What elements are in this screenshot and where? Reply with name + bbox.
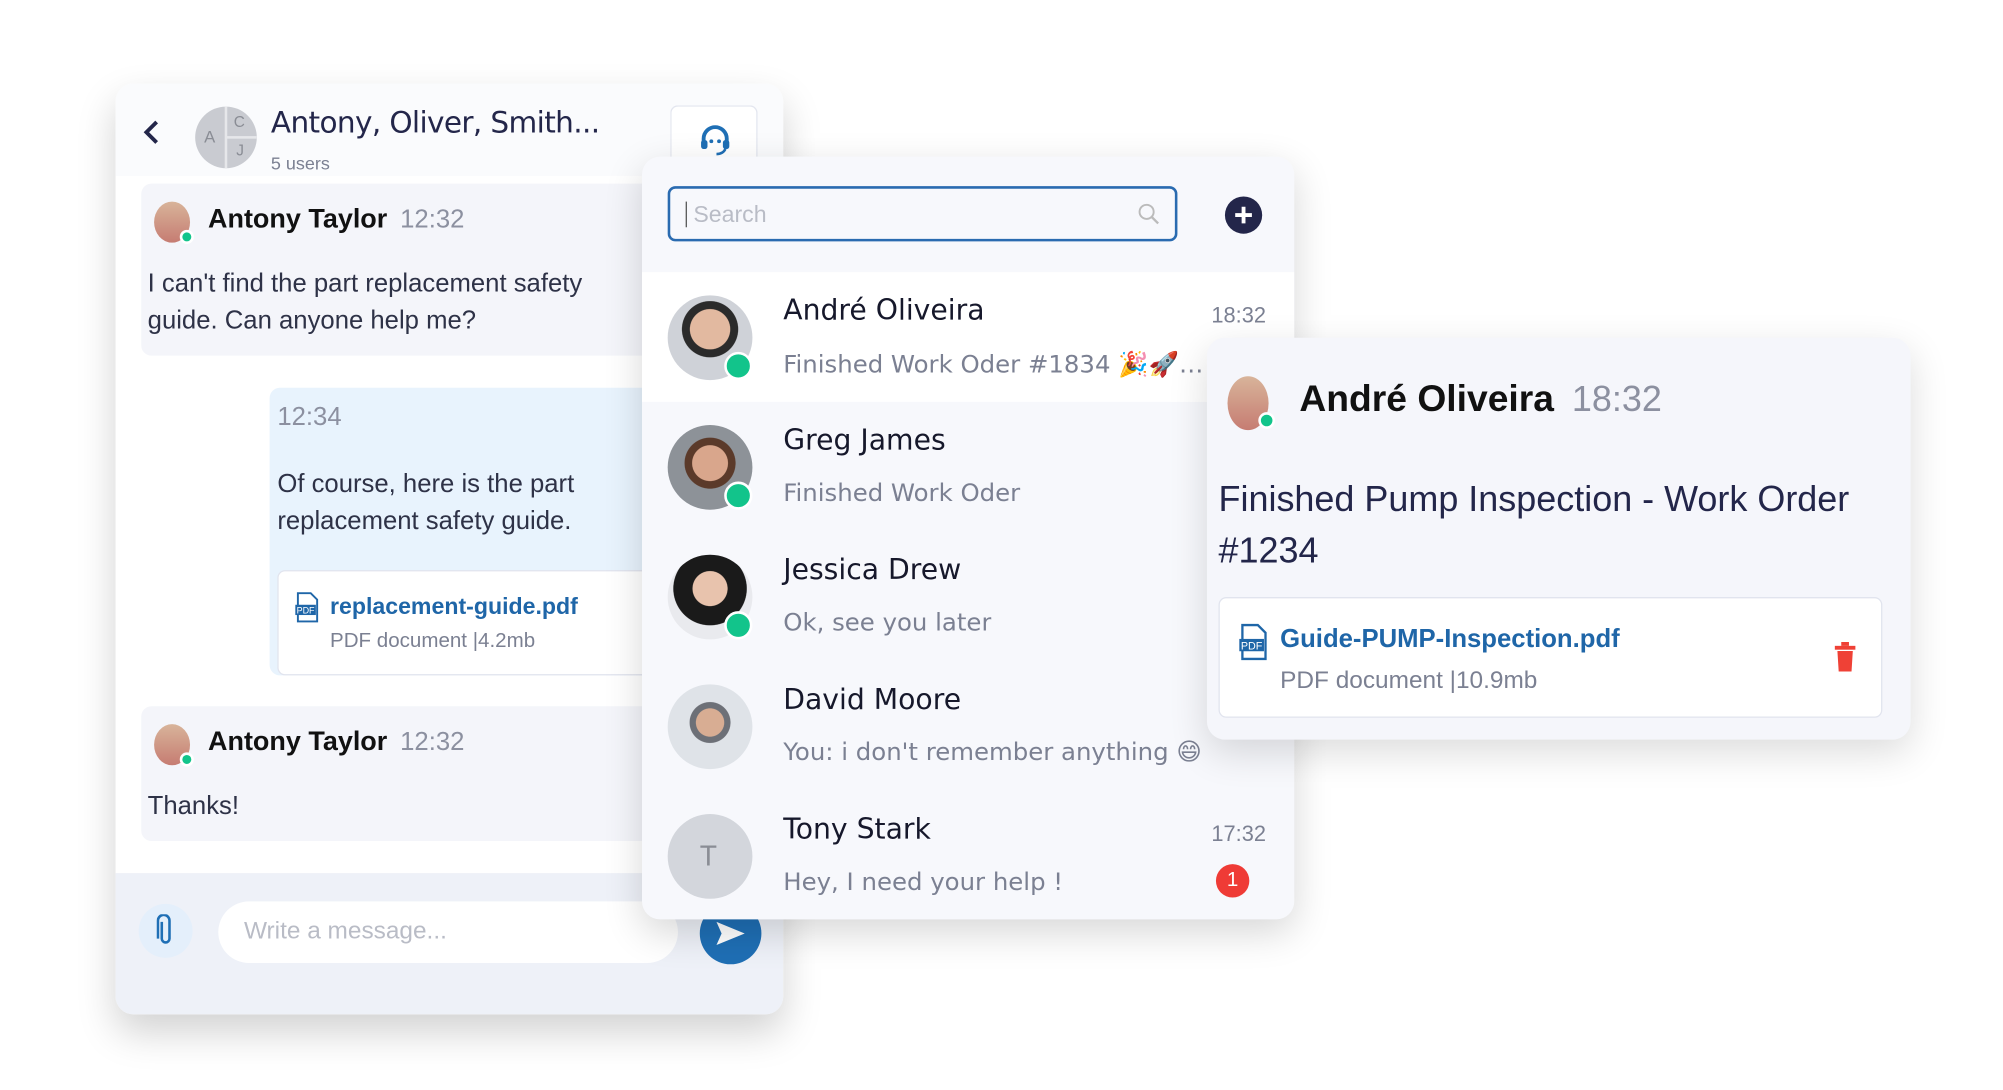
online-indicator (724, 611, 753, 640)
detail-text: Finished Pump Inspection - Work Order #1… (1218, 478, 1850, 571)
search-icon (1138, 203, 1159, 225)
online-indicator (724, 351, 753, 381)
file-attachment[interactable]: PDF replacement-guide.pdf PDF document |… (277, 570, 663, 676)
member-count: 5 users (270, 152, 330, 174)
file-attachment[interactable]: PDF Guide-PUMP-Inspection.pdf PDF docume… (1218, 597, 1883, 718)
message-text: I can't find the part replacement safety… (147, 269, 583, 336)
attach-button[interactable] (138, 903, 193, 958)
online-indicator (1258, 412, 1276, 429)
online-indicator (179, 752, 194, 767)
send-icon (716, 921, 745, 946)
unread-badge: 1 (1215, 864, 1250, 898)
back-button[interactable] (141, 119, 162, 145)
plus-icon (1235, 206, 1252, 224)
conversation-item[interactable]: David Moore You: i don't remember anythi… (642, 661, 1294, 791)
paperclip-icon (156, 914, 171, 944)
conversation-list: Search André Oliveira Finished Work Oder… (642, 156, 1295, 920)
own-message: 12:34 Of course, here is the part replac… (269, 387, 663, 676)
online-indicator (724, 481, 753, 510)
avatar: T (667, 814, 753, 899)
new-chat-button[interactable] (1224, 196, 1263, 234)
message: Antony Taylor 12:32 Thanks! (141, 706, 655, 842)
message-detail-card: André Oliveira 18:32 Finished Pump Inspec… (1206, 337, 1911, 740)
message-text: Thanks! (147, 792, 240, 821)
chevron-left-icon (143, 120, 159, 144)
message-input[interactable]: Write a message... (218, 901, 678, 963)
avatar (667, 684, 753, 770)
headset-icon (701, 125, 730, 156)
trash-icon (1834, 642, 1856, 672)
pdf-icon: PDF (295, 592, 319, 623)
delete-attachment-button[interactable] (1834, 642, 1857, 673)
message-text: Of course, here is the part replacement … (277, 469, 575, 536)
svg-text:PDF: PDF (297, 606, 315, 616)
online-indicator (179, 229, 194, 244)
message: Antony Taylor 12:32 I can't find the part… (141, 183, 655, 356)
group-avatar: A C J (195, 106, 257, 169)
conversation-item[interactable]: André Oliveira Finished Work Oder #1834 … (642, 272, 1295, 402)
conversation-item[interactable]: Jessica Drew Ok, see you later (642, 532, 1294, 662)
conversation-item[interactable]: T Tony Stark Hey, I need your help ! 17:… (642, 791, 1294, 919)
conversation-item[interactable]: Greg James Finished Work Oder (642, 402, 1294, 532)
search-input[interactable]: Search (667, 186, 1178, 242)
chat-title: Antony, Oliver, Smith... (270, 106, 600, 140)
pdf-icon: PDF (1239, 623, 1267, 661)
svg-text:PDF: PDF (1241, 641, 1263, 653)
